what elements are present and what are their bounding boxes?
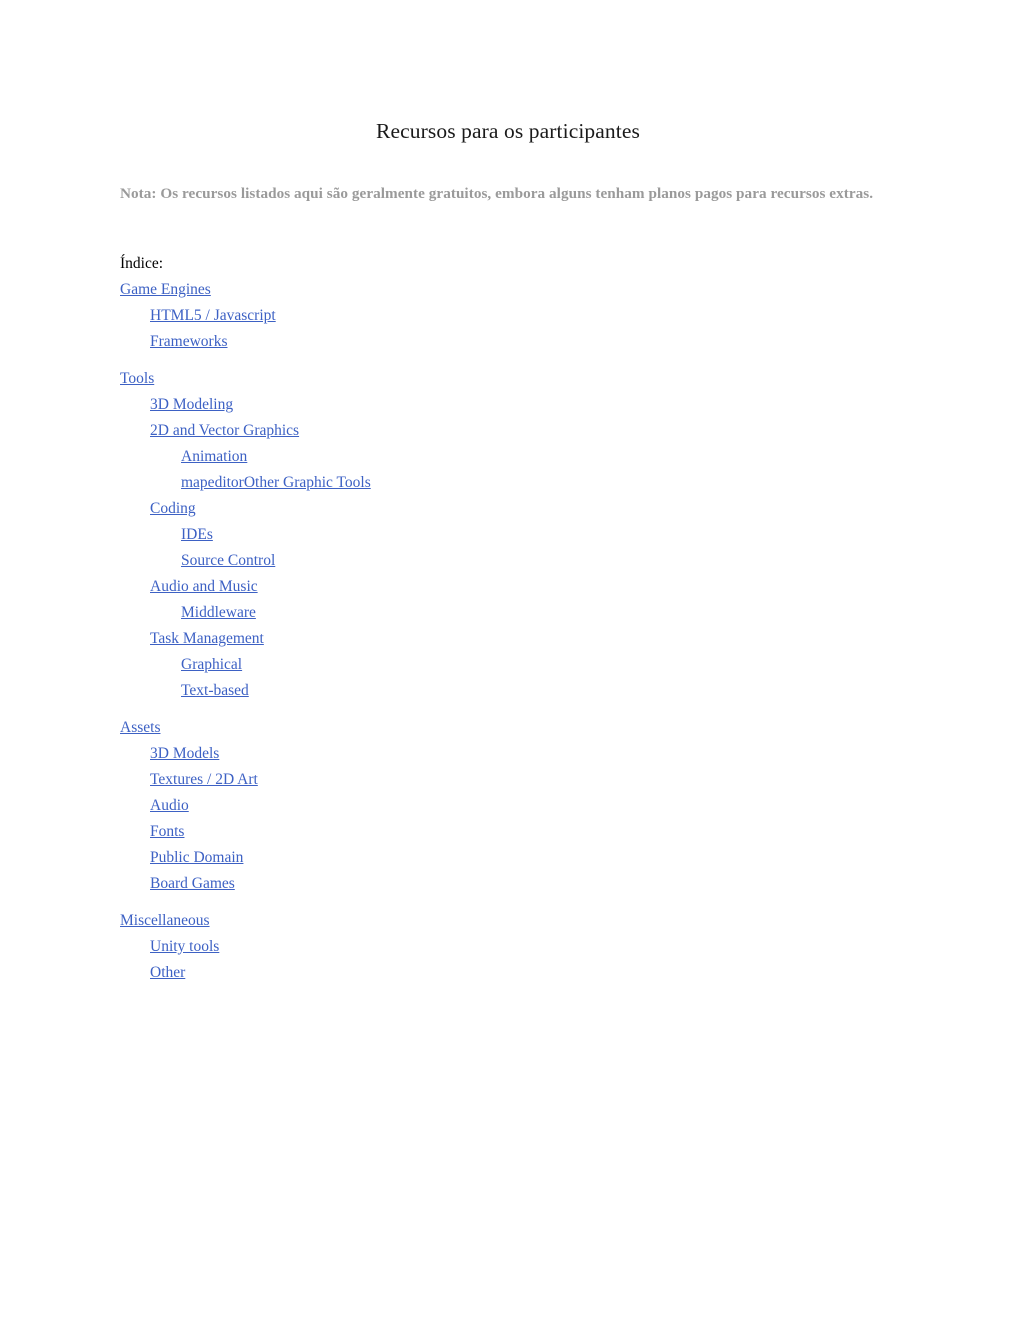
toc-group: Tools 3D Modeling 2D and Vector Graphics An… <box>120 366 896 704</box>
toc-item: Unity tools <box>120 934 896 960</box>
toc-link[interactable]: Task Management <box>150 630 264 647</box>
toc-link[interactable]: IDEs <box>181 526 213 543</box>
toc-link[interactable]: Frameworks <box>150 333 228 350</box>
toc-link[interactable]: Graphical <box>181 656 242 673</box>
toc-link[interactable]: 2D and Vector Graphics <box>150 422 299 439</box>
toc-link[interactable]: Board Games <box>150 875 235 892</box>
toc-item: Graphical <box>120 652 896 678</box>
toc-link[interactable]: Game Engines <box>120 281 211 298</box>
note-paragraph: Nota: Os recursos listados aqui são gera… <box>120 185 874 202</box>
toc-link[interactable]: Public Domain <box>150 849 243 866</box>
toc-item: Textures / 2D Art <box>120 767 896 793</box>
toc-group: Assets 3D Models Textures / 2D Art Audio Fon… <box>120 715 896 897</box>
toc-group: Game Engines HTML5 / Javascript Frameworks <box>120 277 896 355</box>
toc-link[interactable]: HTML5 / Javascript <box>150 307 276 324</box>
toc-item: Public Domain <box>120 845 896 871</box>
toc-item: Animation <box>120 444 896 470</box>
toc-item: Assets <box>120 715 896 741</box>
toc-item: Text-based <box>120 678 896 704</box>
toc-item: Audio <box>120 793 896 819</box>
toc-item: 2D and Vector Graphics <box>120 418 896 444</box>
toc-item: Middleware <box>120 600 896 626</box>
toc-item: Other <box>120 960 896 986</box>
toc-link[interactable]: Assets <box>120 719 160 736</box>
toc-item: Fonts <box>120 819 896 845</box>
toc-link[interactable]: Tools <box>120 370 154 387</box>
toc-link[interactable]: Unity tools <box>150 938 219 955</box>
toc-link[interactable]: Middleware <box>181 604 256 621</box>
toc-item: Source Control <box>120 548 896 574</box>
toc-link[interactable]: Source Control <box>181 552 275 569</box>
toc-link[interactable]: Audio <box>150 797 189 814</box>
toc-item: 3D Modeling <box>120 392 896 418</box>
toc-link[interactable]: Other <box>150 964 185 981</box>
index-label: Índice: <box>120 255 164 272</box>
toc-item: mapeditorOther Graphic Tools <box>120 470 896 496</box>
toc-item: IDEs <box>120 522 896 548</box>
toc-item: Board Games <box>120 871 896 897</box>
toc-item: Frameworks <box>120 329 896 355</box>
toc-item: HTML5 / Javascript <box>120 303 896 329</box>
toc-link[interactable]: Audio and Music <box>150 578 258 595</box>
toc-item: Coding <box>120 496 896 522</box>
toc-item: Game Engines <box>120 277 896 303</box>
document-page: Recursos para os participantes Nota: Os … <box>0 0 1020 1320</box>
toc-link[interactable]: Coding <box>150 500 196 517</box>
toc-link[interactable]: 3D Modeling <box>150 396 233 413</box>
toc-item: Miscellaneous <box>120 908 896 934</box>
toc-link[interactable]: Fonts <box>150 823 184 840</box>
toc-link[interactable]: Text-based <box>181 682 249 699</box>
toc-item: Tools <box>120 366 896 392</box>
table-of-contents: Game Engines HTML5 / Javascript Frameworks… <box>120 277 896 986</box>
document-content: Recursos para os participantes Nota: Os … <box>120 0 896 986</box>
toc-item: Audio and Music <box>120 574 896 600</box>
toc-item: 3D Models <box>120 741 896 767</box>
toc-group: Miscellaneous Unity tools Other <box>120 908 896 986</box>
page-title: Recursos para os participantes <box>376 119 640 143</box>
toc-link[interactable]: mapeditorOther Graphic Tools <box>181 474 371 491</box>
toc-link[interactable]: Animation <box>181 448 247 465</box>
toc-link[interactable]: 3D Models <box>150 745 219 762</box>
toc-link[interactable]: Textures / 2D Art <box>150 771 258 788</box>
toc-link[interactable]: Miscellaneous <box>120 912 210 929</box>
toc-item: Task Management <box>120 626 896 652</box>
